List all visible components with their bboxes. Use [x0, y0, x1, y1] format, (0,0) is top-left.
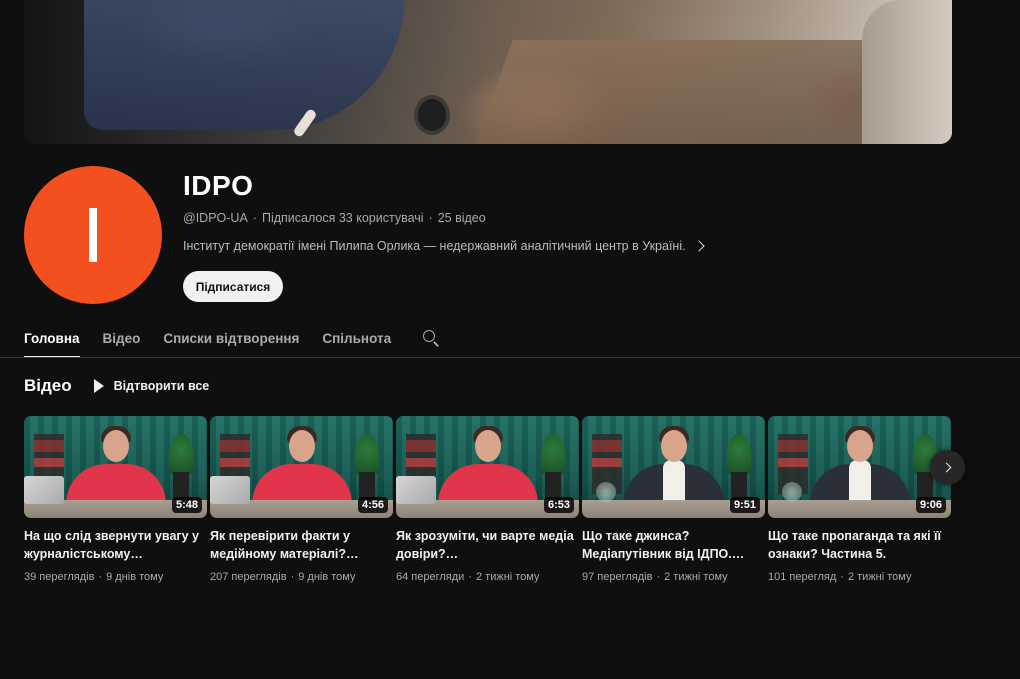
shelf-next-button[interactable]	[930, 450, 965, 485]
video-title[interactable]: Як перевірити факти у медійному матеріал…	[210, 527, 393, 563]
avatar-letter-glyph	[89, 208, 97, 262]
play-all-button[interactable]: Відтворити все	[93, 379, 210, 393]
video-duration: 5:48	[171, 497, 202, 513]
video-meta: 39 переглядів · 9 днів тому	[24, 571, 164, 583]
tab-community[interactable]: Спільнота	[322, 318, 391, 358]
video-card[interactable]: 6:53 Як зрозуміти, чи варте медіа довіри…	[396, 416, 579, 583]
video-thumbnail[interactable]: 9:06	[768, 416, 951, 518]
video-title[interactable]: На що слід звернути увагу у журналістськ…	[24, 527, 207, 563]
video-views: 97 переглядів	[582, 571, 653, 583]
channel-handle: @IDPO-UA	[183, 211, 248, 225]
channel-meta: @IDPO-UA · Підписалося 33 користувачі · 25 в…	[183, 211, 486, 225]
tab-videos[interactable]: Відео	[103, 318, 141, 358]
video-duration: 6:53	[543, 497, 574, 513]
channel-description[interactable]: Інститут демократії імені Пилипа Орлика …	[183, 239, 705, 253]
video-thumbnail[interactable]: 9:51	[582, 416, 765, 518]
video-card[interactable]: 9:06 Що таке пропаганда та які її ознаки…	[768, 416, 951, 583]
tab-home[interactable]: Головна	[24, 318, 80, 358]
video-meta: 207 переглядів · 9 днів тому	[210, 571, 356, 583]
chevron-right-icon	[941, 462, 951, 473]
video-count: 25 відео	[437, 211, 486, 225]
video-age: 2 тижні тому	[664, 571, 728, 583]
video-title[interactable]: Як зрозуміти, чи варте медіа довіри?…	[396, 527, 579, 563]
video-meta: 101 перегляд · 2 тижні тому	[768, 571, 912, 583]
channel-name: IDPO	[183, 170, 254, 201]
video-views: 207 переглядів	[210, 571, 287, 583]
video-card[interactable]: 4:56 Як перевірити факти у медійному мат…	[210, 416, 393, 583]
subscriber-count: Підписалося 33 користувачі	[261, 211, 424, 225]
video-views: 101 перегляд	[768, 571, 837, 583]
video-meta: 97 переглядів · 2 тижні тому	[582, 571, 728, 583]
channel-avatar[interactable]	[24, 166, 162, 304]
chevron-right-icon	[692, 240, 705, 252]
video-thumbnail[interactable]: 5:48	[24, 416, 207, 518]
play-icon	[93, 379, 104, 393]
video-age: 9 днів тому	[298, 571, 356, 583]
video-title[interactable]: Що таке джинса? Медіапутівник від ІДПО.…	[582, 527, 765, 563]
section-title[interactable]: Відео	[24, 376, 72, 396]
tabs-divider	[0, 357, 1020, 358]
video-views: 64 перегляди	[396, 571, 465, 583]
video-thumbnail[interactable]: 6:53	[396, 416, 579, 518]
video-card[interactable]: 9:51 Що таке джинса? Медіапутівник від І…	[582, 416, 765, 583]
video-age: 2 тижні тому	[475, 571, 540, 583]
video-duration: 9:51	[729, 497, 760, 513]
video-duration: 4:56	[357, 497, 388, 513]
channel-banner	[24, 0, 952, 144]
video-title[interactable]: Що таке пропаганда та які її ознаки? Час…	[768, 527, 951, 563]
subscribe-button[interactable]: Підписатися	[183, 271, 283, 302]
tab-playlists[interactable]: Списки відтворення	[163, 318, 299, 358]
channel-tabs: Головна Відео Списки відтворення Спільно…	[24, 318, 440, 358]
channel-description-text: Інститут демократії імені Пилипа Орлика …	[183, 239, 686, 253]
video-age: 2 тижні тому	[847, 571, 912, 583]
video-duration: 9:06	[915, 497, 946, 513]
video-card[interactable]: 5:48 На що слід звернути увагу у журналі…	[24, 416, 207, 583]
play-all-label: Відтворити все	[113, 379, 210, 393]
video-shelf: 5:48 На що слід звернути увагу у журналі…	[24, 416, 951, 583]
video-meta: 64 перегляди · 2 тижні тому	[396, 571, 540, 583]
video-age: 9 днів тому	[106, 571, 164, 583]
videos-section-header: Відео Відтворити все	[24, 376, 209, 396]
search-icon[interactable]	[422, 329, 440, 347]
video-thumbnail[interactable]: 4:56	[210, 416, 393, 518]
video-views: 39 переглядів	[24, 571, 95, 583]
